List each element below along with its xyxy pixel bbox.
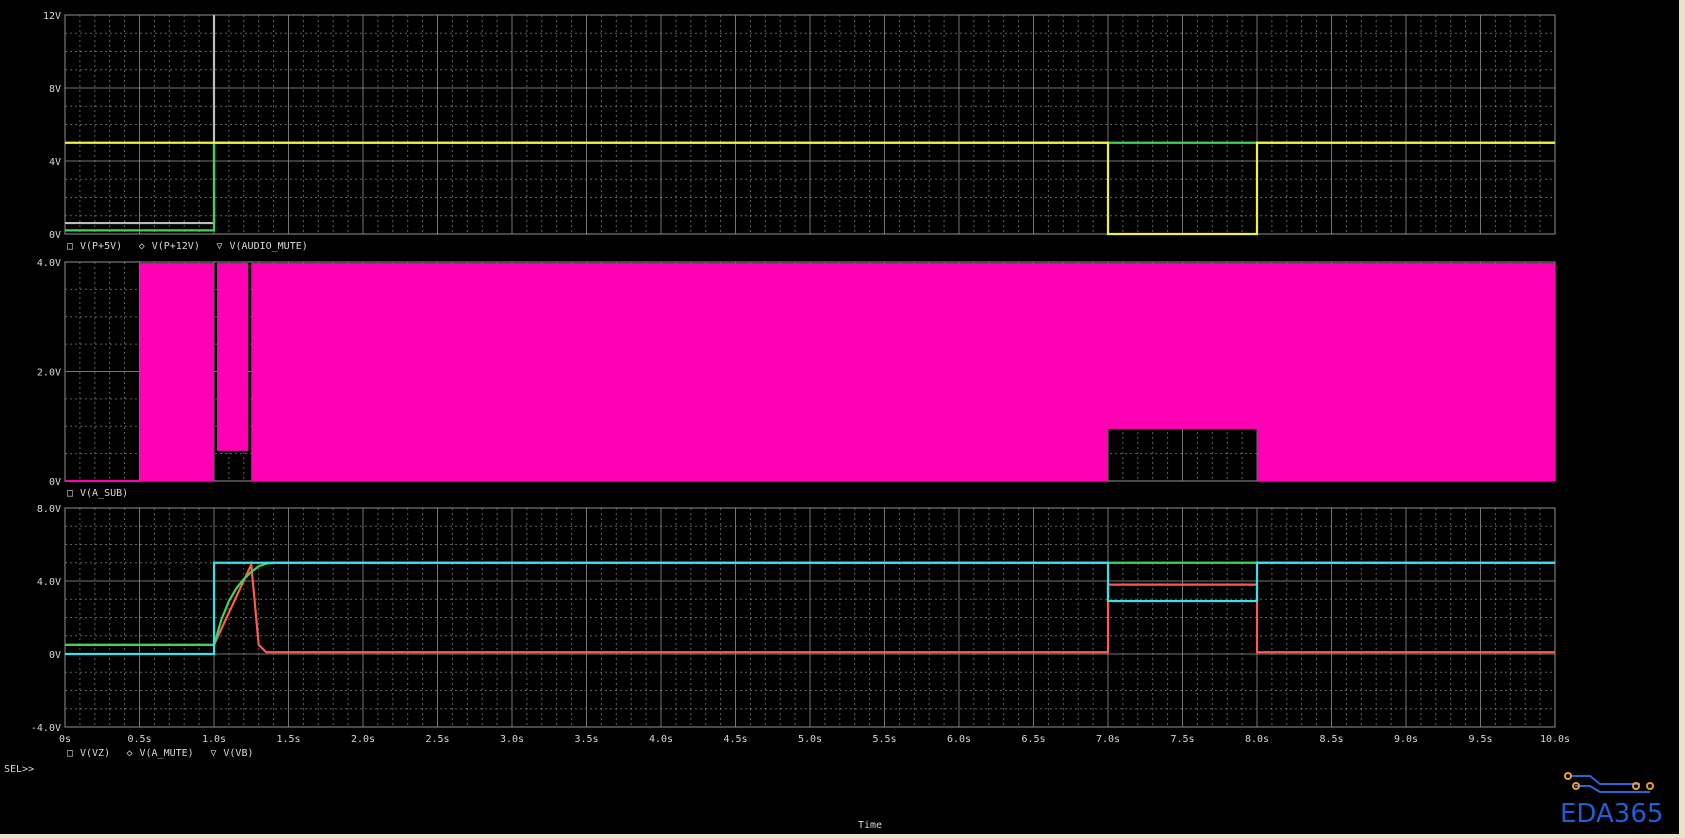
y-tick-label: 4.0V <box>37 258 61 269</box>
x-tick-label: 10.0s <box>1540 734 1570 745</box>
watermark-logo: EDA365 <box>1560 772 1663 829</box>
y-tick-label: -4.0V <box>31 723 61 734</box>
series-band <box>216 263 249 451</box>
legend-entry: V(VZ) <box>80 748 110 759</box>
x-tick-label: 4.0s <box>649 734 673 745</box>
y-tick-label: 0V <box>49 650 61 661</box>
y-tick-label: 12V <box>43 11 61 22</box>
x-tick-label: 7.0s <box>1096 734 1120 745</box>
legend-marker-icon: ▽ <box>210 748 216 759</box>
probe-window: 0V 4V 8V 12V □ V(P+5V) ◇ V(P+12V) ▽ V(AUDIO_MUTE)… <box>0 0 1685 838</box>
x-tick-label: 3.5s <box>574 734 598 745</box>
x-tick-label: 7.5s <box>1170 734 1194 745</box>
legend-entry: V(A_SUB) <box>80 488 128 499</box>
x-tick-label: 1.5s <box>276 734 300 745</box>
x-tick-label: 8.0s <box>1245 734 1269 745</box>
y-tick-label: 8.0V <box>37 504 61 515</box>
y-tick-label: 8V <box>49 84 61 95</box>
legend-marker-icon: ▽ <box>217 241 223 252</box>
x-tick-label: 8.5s <box>1319 734 1343 745</box>
legend-marker-icon: ◇ <box>127 748 133 759</box>
y-tick-label: 4V <box>49 157 61 168</box>
x-tick-label: 6.0s <box>947 734 971 745</box>
x-tick-label: 4.5s <box>723 734 747 745</box>
x-tick-label: 9.0s <box>1394 734 1418 745</box>
x-tick-label: 2.0s <box>351 734 375 745</box>
legend-entry: V(A_MUTE) <box>140 748 194 759</box>
series-band <box>1108 263 1257 429</box>
legend-marker-icon: ◇ <box>139 241 145 252</box>
legend-entry: V(P+12V) <box>152 241 200 252</box>
x-axis-title: Time <box>858 820 882 831</box>
legend-entry: V(VB) <box>223 748 253 759</box>
y-tick-label: 0V <box>49 230 61 241</box>
x-tick-label: 1.0s <box>202 734 226 745</box>
series-band <box>1257 263 1555 481</box>
x-tick-label: 5.5s <box>872 734 896 745</box>
legend-marker-icon: □ <box>67 241 73 252</box>
x-tick-label: 0.5s <box>127 734 151 745</box>
legend-marker-icon: □ <box>67 748 73 759</box>
x-tick-label: 3.0s <box>500 734 524 745</box>
x-tick-label: 6.5s <box>1021 734 1045 745</box>
waveform-plot: 0V 4V 8V 12V □ V(P+5V) ◇ V(P+12V) ▽ V(AUDIO_MUTE)… <box>4 11 1663 831</box>
y-tick-label: 2.0V <box>37 368 61 379</box>
series-band <box>251 263 1108 481</box>
x-tick-label: 9.5s <box>1468 734 1492 745</box>
sel-marker: SEL>> <box>4 764 34 775</box>
y-tick-label: 4.0V <box>37 577 61 588</box>
y-tick-label: 0V <box>49 477 61 488</box>
x-tick-label: 5.0s <box>798 734 822 745</box>
legend-entry: V(AUDIO_MUTE) <box>230 241 308 252</box>
x-tick-label: 0s <box>59 734 71 745</box>
series-band <box>139 263 214 481</box>
watermark-text: EDA365 <box>1560 799 1663 829</box>
x-tick-label: 2.5s <box>425 734 449 745</box>
legend-marker-icon: □ <box>67 488 73 499</box>
legend-entry: V(P+5V) <box>80 241 122 252</box>
circuit-trace-icon <box>1564 772 1654 793</box>
